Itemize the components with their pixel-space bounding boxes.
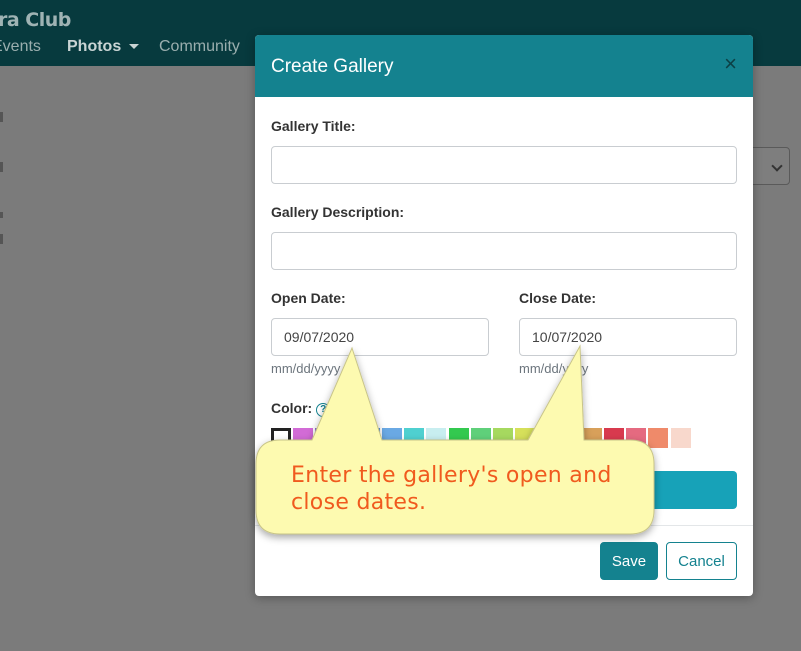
color-swatch[interactable]: [493, 428, 513, 448]
color-swatch[interactable]: [648, 428, 669, 448]
modal-title: Create Gallery: [271, 56, 394, 77]
open-date-input[interactable]: [271, 318, 489, 356]
caret-down-icon: [129, 44, 140, 50]
nav-item-events[interactable]: Events: [0, 38, 41, 56]
color-swatch[interactable]: [426, 428, 447, 448]
color-swatch[interactable]: [359, 428, 380, 448]
modal-footer-divider: [255, 525, 753, 526]
color-swatch[interactable]: [559, 428, 580, 448]
gallery-description-label: Gallery Description:: [271, 204, 405, 220]
color-swatch[interactable]: [537, 428, 558, 448]
save-button[interactable]: Save: [600, 542, 658, 580]
gallery-description-input[interactable]: [271, 232, 737, 270]
help-icon[interactable]: ?: [316, 403, 331, 417]
color-swatch[interactable]: [382, 428, 402, 448]
tooltip-text-line-2: close dates.: [291, 490, 427, 515]
cancel-button[interactable]: Cancel: [666, 542, 737, 580]
color-swatch[interactable]: [604, 428, 624, 448]
color-swatch[interactable]: [337, 428, 358, 448]
color-swatch[interactable]: [404, 428, 425, 448]
nav-item-community[interactable]: Community: [159, 38, 240, 56]
open-date-label: Open Date:: [271, 290, 346, 306]
color-swatch[interactable]: [581, 428, 602, 448]
nav-item-photos[interactable]: Photos: [67, 38, 140, 56]
color-swatch[interactable]: [470, 428, 491, 448]
close-date-label: Close Date:: [519, 290, 597, 306]
color-label-text: Color:: [271, 400, 313, 416]
close-date-hint: mm/dd/yyyy: [519, 361, 589, 376]
background-mark: [0, 112, 3, 122]
modal-header: Create Gallery ×: [255, 35, 753, 97]
color-swatch[interactable]: [670, 428, 691, 448]
tooltip-text: Enter the gallery's open and close dates…: [291, 462, 641, 516]
background-mark: [0, 162, 3, 172]
nav-item-photos-label: Photos: [67, 38, 122, 55]
color-swatch[interactable]: [315, 428, 336, 448]
background-mark: [0, 212, 3, 218]
color-swatch[interactable]: [448, 428, 469, 448]
color-label: Color:?: [271, 400, 331, 417]
chevron-down-icon: [771, 160, 783, 172]
color-swatch[interactable]: [515, 428, 536, 448]
close-date-input[interactable]: [519, 318, 737, 356]
gallery-title-input[interactable]: [271, 146, 737, 184]
open-date-hint: mm/dd/yyyy: [271, 361, 341, 376]
close-icon[interactable]: ×: [724, 53, 737, 75]
brand-title[interactable]: ra Club: [0, 9, 71, 31]
background-mark: [0, 234, 3, 244]
color-swatch[interactable]: [271, 428, 291, 448]
gallery-title-label: Gallery Title:: [271, 118, 356, 134]
tooltip-text-line-1: Enter the gallery's open and: [291, 463, 612, 488]
color-swatch[interactable]: [626, 428, 647, 448]
color-swatch[interactable]: [293, 428, 314, 448]
